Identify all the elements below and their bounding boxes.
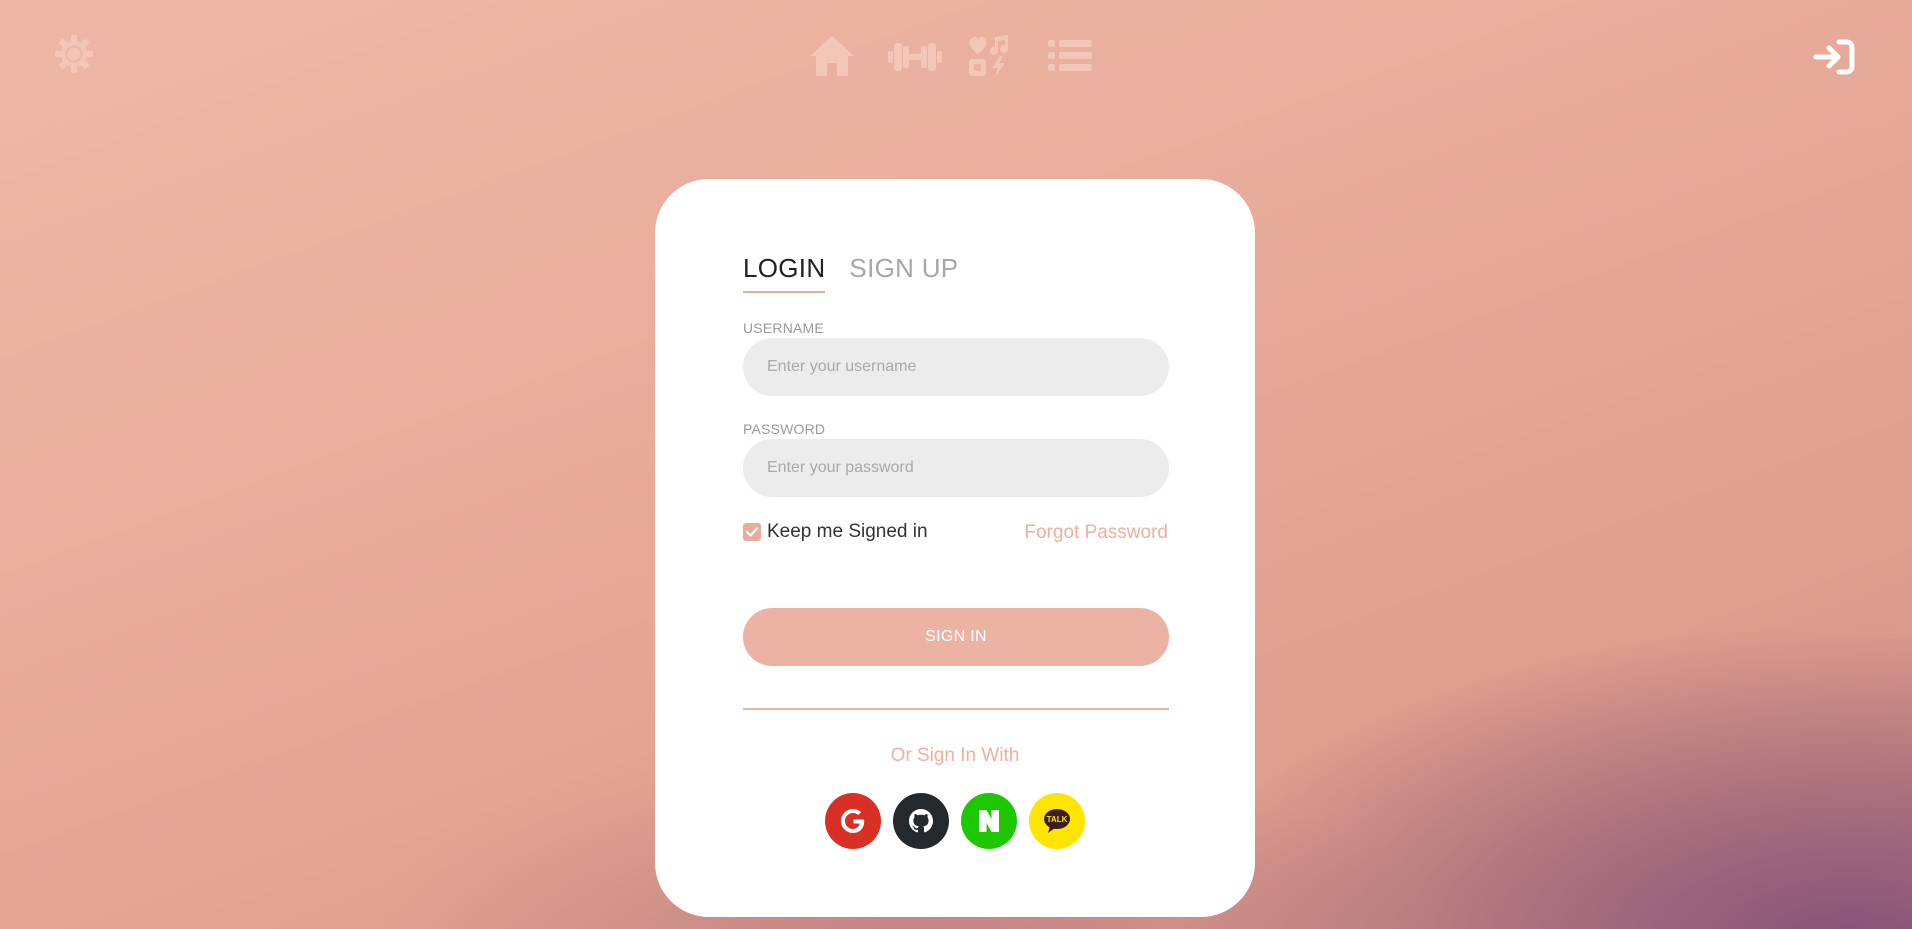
github-icon <box>909 809 933 833</box>
top-nav-bar <box>0 0 1912 110</box>
password-input[interactable] <box>743 439 1169 497</box>
username-input[interactable] <box>743 338 1169 396</box>
or-sign-in-with-text: Or Sign In With <box>890 745 1020 766</box>
keep-signed-in-label: Keep me Signed in <box>767 521 928 542</box>
forgot-password-link[interactable]: Forgot Password <box>1024 522 1168 544</box>
naver-icon <box>979 810 999 832</box>
kakao-talk-icon: TALK <box>1044 809 1070 833</box>
keep-signed-in-checkbox[interactable] <box>743 523 761 541</box>
google-icon <box>841 809 865 833</box>
sign-in-button[interactable]: SIGN IN <box>743 608 1169 666</box>
list-icon[interactable] <box>1048 38 1092 74</box>
activities-icon[interactable] <box>968 34 1012 78</box>
sign-in-icon[interactable] <box>1812 38 1856 76</box>
tab-login[interactable]: LOGIN <box>743 253 826 293</box>
naver-login-button[interactable] <box>961 793 1017 849</box>
dumbbell-icon[interactable] <box>888 38 942 76</box>
login-card: LOGIN SIGN UP USERNAME PASSWORD Keep me … <box>655 179 1255 917</box>
checkmark-icon <box>746 527 758 537</box>
password-label: PASSWORD <box>743 421 826 437</box>
divider <box>743 708 1169 710</box>
keep-signed-in-option[interactable]: Keep me Signed in <box>743 521 928 543</box>
social-login-buttons: TALK <box>825 793 1085 849</box>
auth-tabs: LOGIN SIGN UP <box>743 253 958 293</box>
tab-signup[interactable]: SIGN UP <box>849 253 958 293</box>
sun-gear-icon[interactable] <box>52 32 96 76</box>
username-label: USERNAME <box>743 320 824 336</box>
kakao-login-button[interactable]: TALK <box>1029 793 1085 849</box>
google-login-button[interactable] <box>825 793 881 849</box>
home-icon[interactable] <box>808 34 856 78</box>
github-login-button[interactable] <box>893 793 949 849</box>
kakao-badge-text: TALK <box>1047 815 1068 824</box>
